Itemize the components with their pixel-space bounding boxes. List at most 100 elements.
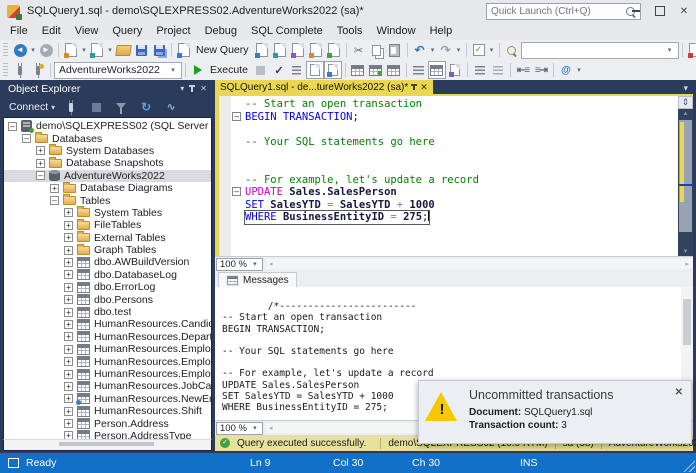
back-dropdown-icon[interactable]: ▾	[29, 46, 37, 54]
specify-template-values-icon[interactable]	[349, 61, 367, 79]
toolbar-overflow-icon[interactable]: ▾	[575, 66, 583, 74]
expander-plus-icon[interactable]: +	[64, 406, 73, 416]
estimated-plan-icon[interactable]	[288, 61, 306, 79]
scrollbar-thumb[interactable]	[683, 299, 691, 345]
expander-plus-icon[interactable]: +	[64, 419, 73, 429]
redo-icon[interactable]: ↷	[437, 41, 455, 59]
fold-collapse-icon[interactable]: –	[232, 187, 241, 197]
disconnect-icon[interactable]	[62, 98, 80, 116]
fold-collapse-icon[interactable]: –	[232, 111, 241, 121]
document-list-dropdown-icon[interactable]: ▾	[678, 83, 693, 94]
execute-button[interactable]: Execute	[210, 64, 248, 76]
expander-plus-icon[interactable]: +	[64, 431, 73, 439]
scroll-down-icon[interactable]: ▼	[678, 249, 693, 255]
intellisense-icon[interactable]	[323, 61, 342, 79]
save-icon[interactable]	[132, 41, 150, 59]
increase-indent-icon[interactable]: ≡⇥	[532, 61, 550, 79]
sql-editor[interactable]: – – -- Start an open transaction BEGIN TRA…	[215, 94, 693, 256]
tree-item[interactable]: + Database Snapshots	[4, 156, 211, 169]
scrollbar-thumb[interactable]	[679, 120, 692, 232]
menu-window[interactable]: Window	[369, 23, 422, 39]
close-panel-icon[interactable]: ✕	[200, 84, 207, 93]
window-position-icon[interactable]: ▾	[180, 84, 184, 93]
tree-item[interactable]: + Graph Tables	[4, 243, 211, 256]
tree-item[interactable]: + HumanResources.Employee	[4, 343, 211, 355]
messages-zoom-combobox[interactable]: 100 % ▾	[216, 421, 263, 435]
quick-launch-input[interactable]: Quick Launch (Ctrl+Q)	[486, 3, 641, 20]
resize-grip[interactable]	[683, 460, 695, 472]
expander-plus-icon[interactable]: +	[36, 158, 45, 168]
tree-item[interactable]: + dbo.Persons	[4, 293, 211, 306]
new-query-type-icon[interactable]	[307, 41, 325, 59]
connect-button[interactable]: Connect	[9, 101, 48, 113]
expander-minus-icon[interactable]: –	[36, 171, 45, 181]
new-project-icon[interactable]	[62, 41, 80, 59]
execute-icon[interactable]	[189, 61, 207, 79]
paste-icon[interactable]	[386, 41, 404, 59]
include-actual-plan-icon[interactable]	[367, 61, 385, 79]
expander-plus-icon[interactable]: +	[64, 233, 73, 243]
code-area[interactable]: -- Start an open transaction BEGIN TRANSA…	[243, 96, 678, 256]
connect-icon[interactable]	[11, 61, 29, 79]
open-file-icon[interactable]	[114, 41, 132, 59]
tree-item[interactable]: + HumanResources.Candidates	[4, 318, 211, 330]
tree-item[interactable]: + HumanResources.NewEmploy	[4, 393, 211, 406]
expander-plus-icon[interactable]: +	[64, 270, 73, 280]
expander-plus-icon[interactable]: +	[64, 369, 73, 379]
scroll-up-icon[interactable]: ▲	[678, 111, 693, 117]
stop-icon[interactable]	[87, 98, 105, 116]
new-dropdown-icon[interactable]: ▾	[80, 46, 88, 54]
save-all-icon[interactable]	[150, 41, 168, 59]
find-in-files-icon[interactable]	[503, 41, 521, 59]
new-query-type-icon[interactable]	[271, 41, 289, 59]
tree-item[interactable]: + System Tables	[4, 206, 211, 219]
tree-item[interactable]: – demo\SQLEXPRESS02 (SQL Server 16.0.1115	[4, 120, 211, 134]
messages-tab[interactable]: Messages	[218, 272, 297, 287]
toolbar-grip[interactable]	[3, 63, 8, 77]
menu-debug[interactable]: Debug	[198, 23, 244, 39]
redo-dropdown-icon[interactable]: ▾	[455, 46, 463, 54]
expander-plus-icon[interactable]: +	[64, 319, 73, 329]
expander-plus-icon[interactable]: +	[36, 146, 45, 156]
cut-icon[interactable]: ✂	[350, 41, 368, 59]
expander-plus-icon[interactable]: +	[64, 394, 73, 404]
filter-icon[interactable]	[112, 98, 130, 116]
add-item-icon[interactable]	[88, 41, 106, 59]
expander-plus-icon[interactable]: +	[64, 357, 73, 367]
tree-item[interactable]: – Tables	[4, 194, 211, 207]
expander-plus-icon[interactable]: +	[64, 245, 73, 255]
menu-edit[interactable]: Edit	[35, 23, 68, 39]
change-connection-icon[interactable]	[29, 61, 47, 79]
new-query-type-icon[interactable]	[253, 41, 271, 59]
expander-plus-icon[interactable]: +	[64, 282, 73, 292]
tree-item[interactable]: – Databases	[4, 132, 211, 145]
tree-item[interactable]: + HumanResources.EmployeeP	[4, 368, 211, 380]
expander-plus-icon[interactable]: +	[64, 344, 73, 354]
tree-item[interactable]: + dbo.AWBuildVersion	[4, 256, 211, 268]
task-list-icon[interactable]: ✓	[470, 41, 488, 59]
tree-item[interactable]: + HumanResources.JobCandida	[4, 380, 211, 392]
expander-minus-icon[interactable]: –	[50, 196, 59, 206]
cancel-query-icon[interactable]	[252, 61, 270, 79]
menu-help[interactable]: Help	[423, 23, 460, 39]
minimize-button[interactable]	[624, 0, 648, 22]
find-combobox[interactable]: ▾	[520, 41, 679, 59]
tree-item[interactable]: + HumanResources.EmployeeD	[4, 355, 211, 368]
results-to-file-icon[interactable]	[446, 61, 464, 79]
new-query-icon[interactable]	[175, 41, 193, 59]
tree-item[interactable]: + Database Diagrams	[4, 181, 211, 194]
menu-project[interactable]: Project	[149, 23, 197, 39]
tree-item[interactable]: + Person.AddressType	[4, 430, 211, 439]
editor-zoom-combobox[interactable]: 100 % ▾	[216, 257, 263, 271]
expander-plus-icon[interactable]: +	[64, 332, 73, 342]
task-list-dropdown-icon[interactable]: ▾	[488, 46, 496, 54]
tree-item[interactable]: + HumanResources.Department	[4, 331, 211, 343]
extension-icon[interactable]	[686, 41, 696, 59]
tree-item[interactable]: + dbo.test	[4, 306, 211, 318]
menu-view[interactable]: View	[68, 23, 106, 39]
expander-plus-icon[interactable]: +	[64, 307, 73, 317]
tree-item[interactable]: + dbo.DatabaseLog	[4, 269, 211, 281]
notification-close-icon[interactable]: ✕	[675, 387, 683, 398]
add-item-dropdown-icon[interactable]: ▾	[106, 46, 114, 54]
expander-plus-icon[interactable]: +	[64, 257, 73, 267]
